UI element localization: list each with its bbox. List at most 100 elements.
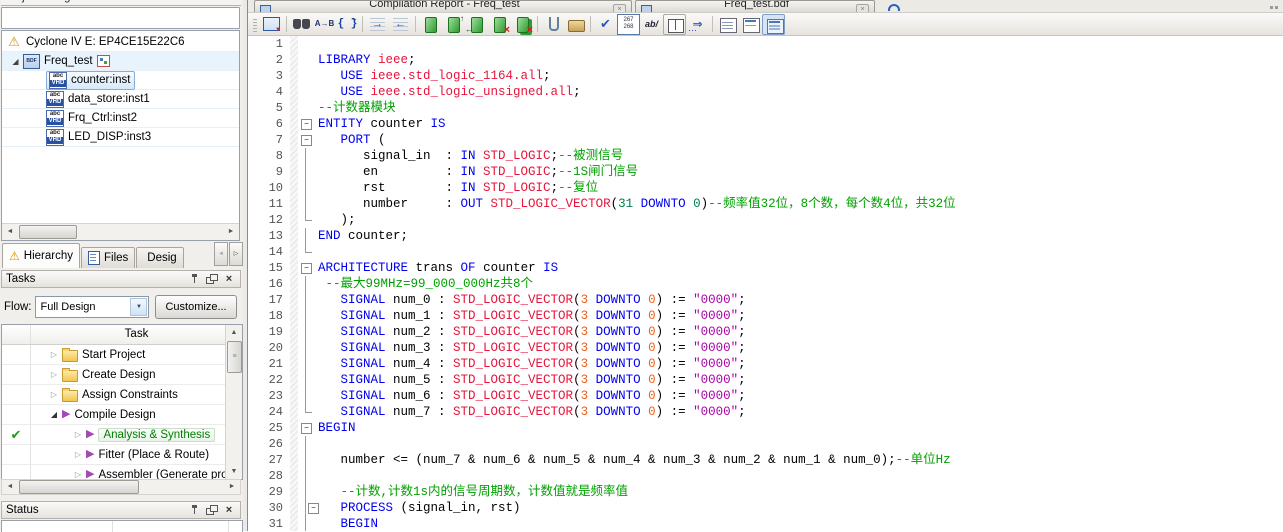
code-line[interactable]: 2 LIBRARY ieee; (248, 52, 1283, 68)
chevron-down-icon[interactable]: ▼ (130, 298, 148, 316)
gear-icon[interactable] (888, 2, 900, 11)
code-line[interactable]: 17 SIGNAL num_0 : STD_LOGIC_VECTOR(3 DOW… (248, 292, 1283, 308)
scrollbar-thumb[interactable] (19, 480, 139, 494)
attach-icon[interactable] (541, 14, 564, 35)
expander-icon[interactable]: ◢ (8, 57, 23, 66)
document-tab[interactable]: Freq_test.bdf × (635, 0, 875, 12)
tab-desig[interactable]: Desig (136, 247, 184, 268)
expander-icon[interactable]: ▷ (47, 390, 61, 399)
tab-scroll-left-icon[interactable]: ◄ (214, 242, 228, 266)
tab-scroll-right-icon[interactable]: ▷ (229, 242, 243, 266)
line-count-indicator-icon[interactable]: 267 268 (617, 13, 640, 35)
code-line[interactable]: 8 signal_in : IN STD_LOGIC;--被测信号 (248, 148, 1283, 164)
delete-bookmark-icon[interactable] (488, 14, 511, 36)
code-line[interactable]: 10 rst : IN STD_LOGIC;--复位 (248, 180, 1283, 196)
flow-dropdown[interactable]: Full Design ▼ (35, 296, 150, 318)
toolbar-drag-handle[interactable] (253, 16, 257, 32)
code-line[interactable]: 13 END counter; (248, 228, 1283, 244)
fold-marker[interactable] (298, 260, 316, 276)
tree-item[interactable]: abc VHD data_store:inst1 (2, 90, 239, 109)
code-line[interactable]: 21 SIGNAL num_4 : STD_LOGIC_VECTOR(3 DOW… (248, 356, 1283, 372)
scroll-right-icon[interactable]: ► (224, 479, 240, 495)
pin-icon[interactable] (188, 273, 202, 285)
tab-hierarchy[interactable]: ⚠ Hierarchy (2, 243, 80, 268)
code-line[interactable]: 12 ); (248, 212, 1283, 228)
tree-item[interactable]: abc VHD LED_DISP:inst3 (2, 128, 239, 147)
close-icon[interactable]: × (613, 4, 626, 12)
close-icon[interactable]: × (222, 504, 236, 516)
pin-icon[interactable] (188, 504, 202, 516)
code-line[interactable]: 19 SIGNAL num_2 : STD_LOGIC_VECTOR(3 DOW… (248, 324, 1283, 340)
task-row[interactable]: ▷ Assign Constraints (2, 385, 226, 405)
code-line[interactable]: 30 PROCESS (signal_in, rst) (248, 500, 1283, 516)
scroll-down-icon[interactable]: ▼ (226, 464, 242, 479)
float-window-icon[interactable] (205, 273, 219, 285)
tree-item[interactable]: ◢ BDF Freq_test (2, 52, 239, 71)
code-line[interactable]: 15 ARCHITECTURE trans OF counter IS (248, 260, 1283, 276)
scrollbar-thumb[interactable]: ≡ (227, 341, 242, 373)
code-line[interactable]: 5 --计数器模块 (248, 100, 1283, 116)
fold-marker[interactable] (298, 500, 319, 516)
tree-horizontal-scrollbar[interactable]: ◄ ► (2, 223, 239, 240)
next-bookmark-icon[interactable] (442, 14, 465, 35)
float-window-icon[interactable] (205, 504, 219, 516)
tree-item[interactable]: ⚠ Cyclone IV E: EP4CE15E22C6 (2, 33, 239, 52)
expander-icon[interactable]: ◢ (47, 410, 61, 419)
delete-all-bookmarks-icon[interactable] (511, 14, 534, 36)
code-line[interactable]: 22 SIGNAL num_5 : STD_LOGIC_VECTOR(3 DOW… (248, 372, 1283, 388)
scroll-right-icon[interactable]: ► (223, 224, 239, 240)
code-line[interactable]: 28 (248, 468, 1283, 484)
toggle-bookmark-icon[interactable] (419, 14, 442, 35)
code-line[interactable]: 27 number <= (num_7 & num_6 & num_5 & nu… (248, 452, 1283, 468)
scroll-left-icon[interactable]: ◄ (2, 479, 18, 495)
tasks-horizontal-scrollbar[interactable]: ◄ ► (1, 479, 241, 495)
code-line[interactable]: 9 en : IN STD_LOGIC;--1S闸门信号 (248, 164, 1283, 180)
view-fold-icon[interactable] (739, 14, 762, 35)
scrollbar-thumb[interactable] (19, 225, 77, 239)
close-icon[interactable]: × (222, 273, 236, 285)
scroll-left-icon[interactable]: ◄ (2, 224, 18, 240)
goto-icon[interactable]: ⇒ (686, 14, 709, 35)
view-full-editor-icon[interactable] (762, 13, 785, 35)
tasks-vertical-scrollbar[interactable]: ▲ ≡ ▼ (225, 325, 242, 479)
replace-icon[interactable]: A→B (313, 14, 336, 35)
code-line[interactable]: 25 BEGIN (248, 420, 1283, 436)
code-line[interactable]: 3 USE ieee.std_logic_1164.all; (248, 68, 1283, 84)
code-line[interactable]: 23 SIGNAL num_6 : STD_LOGIC_VECTOR(3 DOW… (248, 388, 1283, 404)
expander-icon[interactable]: ▷ (47, 370, 61, 379)
code-line[interactable]: 31 BEGIN (248, 516, 1283, 531)
code-editor[interactable]: 1 2 LIBRARY ieee; 3 USE ieee.std_logic_1164… (248, 36, 1283, 531)
task-row[interactable]: ▷ ▶ Assembler (Generate pro (2, 465, 228, 479)
task-row[interactable]: ◢ ▶ Compile Design (2, 405, 226, 425)
tab-files[interactable]: Files (80, 247, 136, 268)
tree-item[interactable]: abc VHD counter:inst (2, 70, 239, 90)
code-line[interactable]: 14 (248, 244, 1283, 260)
code-line[interactable]: 20 SIGNAL num_3 : STD_LOGIC_VECTOR(3 DOW… (248, 340, 1283, 356)
code-line[interactable]: 18 SIGNAL num_1 : STD_LOGIC_VECTOR(3 DOW… (248, 308, 1283, 324)
code-line[interactable]: 29 --计数,计数1s内的信号周期数，计数值就是频率值 (248, 484, 1283, 500)
document-tab[interactable]: Compilation Report - Freq_test × (254, 0, 632, 12)
find-icon[interactable] (290, 14, 313, 35)
syntax-check-icon[interactable]: ✔ (594, 14, 617, 35)
outdent-icon[interactable]: ← (389, 14, 412, 35)
insert-template-icon[interactable]: { } (336, 14, 359, 35)
split-window-icon[interactable] (663, 13, 686, 35)
code-line[interactable]: 24 SIGNAL num_7 : STD_LOGIC_VECTOR(3 DOW… (248, 404, 1283, 420)
expander-icon[interactable]: ▷ (71, 430, 85, 439)
code-line[interactable]: 11 number : OUT STD_LOGIC_VECTOR(31 DOWN… (248, 196, 1283, 212)
previous-bookmark-icon[interactable] (465, 14, 488, 35)
text-marker-icon[interactable]: ab/ (640, 14, 663, 35)
scroll-up-icon[interactable]: ▲ (226, 325, 242, 340)
indent-icon[interactable]: → (366, 14, 389, 35)
templates-icon[interactable] (564, 14, 587, 35)
customize-button[interactable]: Customize... (155, 295, 237, 319)
close-icon[interactable]: × (856, 4, 869, 12)
task-row[interactable]: ✔ ▷ ▶ Analysis & Synthesis (2, 425, 226, 445)
code-line[interactable]: 26 (248, 436, 1283, 452)
tree-item[interactable]: abc VHD Frq_Ctrl:inst2 (2, 109, 239, 128)
task-row[interactable]: ▷ Create Design (2, 365, 226, 385)
code-line[interactable]: 16 --最大99MHz=99_000_000Hz共8个 (248, 276, 1283, 292)
fold-marker[interactable] (298, 132, 316, 148)
expander-icon[interactable]: ▷ (47, 350, 61, 359)
save-file-icon[interactable] (260, 14, 283, 35)
